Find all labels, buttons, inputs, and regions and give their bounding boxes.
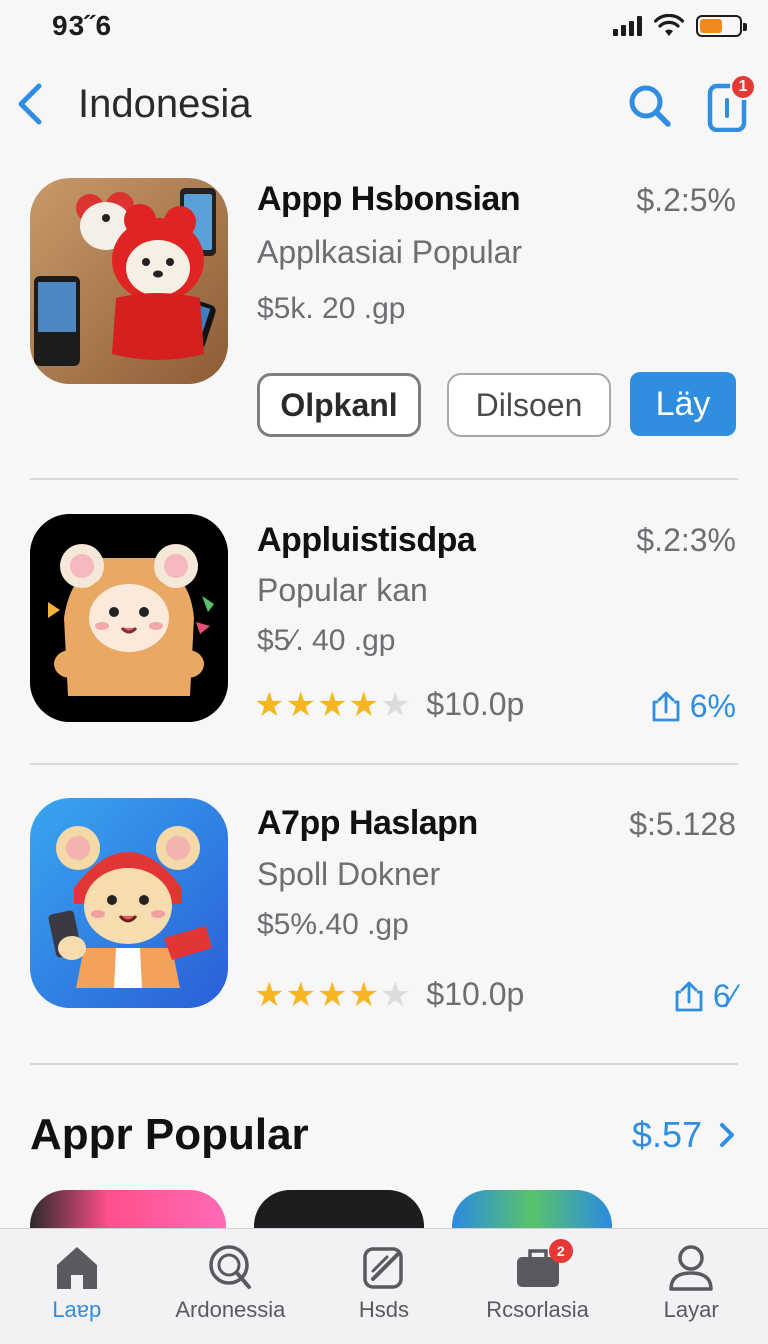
star-icon: ★: [316, 685, 348, 724]
status-time: 93˝6: [52, 10, 113, 41]
app-meta: $5%.40 .gp: [257, 908, 409, 941]
nav-bar: Indonesia 1: [0, 68, 768, 140]
share-icon: [675, 981, 703, 1011]
chevron-right-icon: [720, 1123, 734, 1147]
tab-label: Ardonessia: [175, 1297, 286, 1322]
app-name[interactable]: Appp Hsbonsian: [257, 180, 521, 219]
star-icon: ★: [285, 975, 316, 1014]
status-icons: [613, 14, 747, 38]
install-stat[interactable]: 6%: [650, 688, 736, 725]
chevron-left-icon: [18, 83, 42, 125]
star-rating: ★ ★ ★ ★ ★: [254, 978, 410, 1012]
status-bar: 93˝6: [0, 0, 768, 52]
tab-home[interactable]: Laɐp: [0, 1229, 154, 1344]
star-icon: ★: [379, 975, 411, 1014]
star-icon: ★: [285, 685, 316, 724]
app-name[interactable]: A7pp Haslapn: [257, 804, 478, 843]
back-button[interactable]: [10, 80, 50, 128]
star-rating: ★ ★ ★ ★ ★: [254, 688, 410, 722]
tab-label: Hsds: [358, 1297, 410, 1322]
install-stat-value: 6⁄: [712, 978, 736, 1014]
bear-phones-illustration: [30, 178, 228, 384]
person-icon: [669, 1245, 713, 1291]
tab-search[interactable]: Ardonessia: [154, 1229, 308, 1344]
divider: [30, 478, 738, 480]
see-all-link[interactable]: $.57: [632, 1114, 736, 1156]
rating-row: ★ ★ ★ ★ ★ $10.0p: [254, 976, 524, 1013]
tab-label: Rcsorlasia: [486, 1297, 589, 1322]
tab-badge: 2: [548, 1239, 573, 1263]
rating-row: ★ ★ ★ ★ ★ $10.0p: [254, 686, 524, 723]
preview-app-icon[interactable]: [452, 1190, 612, 1230]
house-icon: [56, 1247, 97, 1289]
section-link-value: $.57: [631, 1114, 702, 1155]
share-icon: [652, 691, 680, 721]
tab-briefcase[interactable]: 2 Rcsorlasia: [461, 1229, 615, 1344]
star-icon: ★: [348, 685, 379, 724]
preview-app-icon[interactable]: [254, 1190, 424, 1230]
section-title: Appr Popular: [30, 1110, 309, 1159]
tab-profile[interactable]: Layar: [614, 1229, 768, 1344]
star-icon: ★: [348, 975, 379, 1014]
app-icon-bear-phones[interactable]: [30, 178, 228, 384]
app-meta: $5k. 20 .gp: [257, 292, 406, 325]
star-icon: ★: [316, 975, 348, 1014]
rating-price: $10.0p: [426, 686, 525, 722]
battery-icon: [696, 15, 747, 37]
star-icon: ★: [254, 975, 285, 1014]
divider: [30, 763, 738, 765]
details-button[interactable]: Dilsoen: [447, 373, 611, 437]
app-subtitle: Popular kan: [257, 572, 428, 608]
signal-icon: [613, 16, 642, 36]
popular-apps-strip: [0, 1190, 768, 1230]
app-price: $:5.128: [629, 806, 736, 842]
app-meta: $5⁄. 40 .gp: [257, 624, 396, 657]
rating-price: $10.0p: [426, 976, 525, 1012]
wifi-icon: [654, 14, 684, 36]
option-button[interactable]: Olpkanl: [257, 373, 421, 437]
app-icon-bear-phone[interactable]: [30, 798, 228, 1008]
search-icon: [209, 1245, 252, 1289]
search-button[interactable]: [626, 82, 676, 128]
share-button[interactable]: 1: [702, 74, 758, 133]
star-icon: ★: [379, 685, 411, 724]
bear-phone-illustration: [30, 798, 228, 1008]
notification-badge: 1: [730, 74, 756, 100]
get-button[interactable]: Läy: [630, 372, 736, 436]
app-name[interactable]: Appluistisdpa: [257, 521, 476, 560]
tab-label: Laɐp: [52, 1297, 102, 1322]
preview-app-icon[interactable]: [30, 1190, 226, 1230]
star-icon: ★: [254, 685, 285, 724]
tab-bar: Laɐp Ardonessia Hsds 2 Rcsorlasia Layar: [0, 1228, 768, 1344]
install-stat[interactable]: 6⁄: [673, 978, 736, 1015]
page-title: Indonesia: [78, 82, 252, 126]
divider: [30, 1063, 738, 1065]
app-price: $.2:5%: [636, 182, 736, 218]
app-subtitle: Spoll Dokner: [257, 856, 441, 892]
bear-hoodie-illustration: [30, 514, 228, 722]
app-icon-bear-hoodie[interactable]: [30, 514, 228, 722]
edit-icon: [363, 1247, 403, 1289]
app-subtitle: Applkasiai Popular: [257, 234, 523, 270]
app-price: $.2:3%: [636, 522, 736, 558]
search-icon: [629, 85, 671, 127]
tab-label: Layar: [663, 1297, 719, 1322]
install-stat-value: 6%: [689, 688, 736, 724]
tab-edit[interactable]: Hsds: [307, 1229, 461, 1344]
